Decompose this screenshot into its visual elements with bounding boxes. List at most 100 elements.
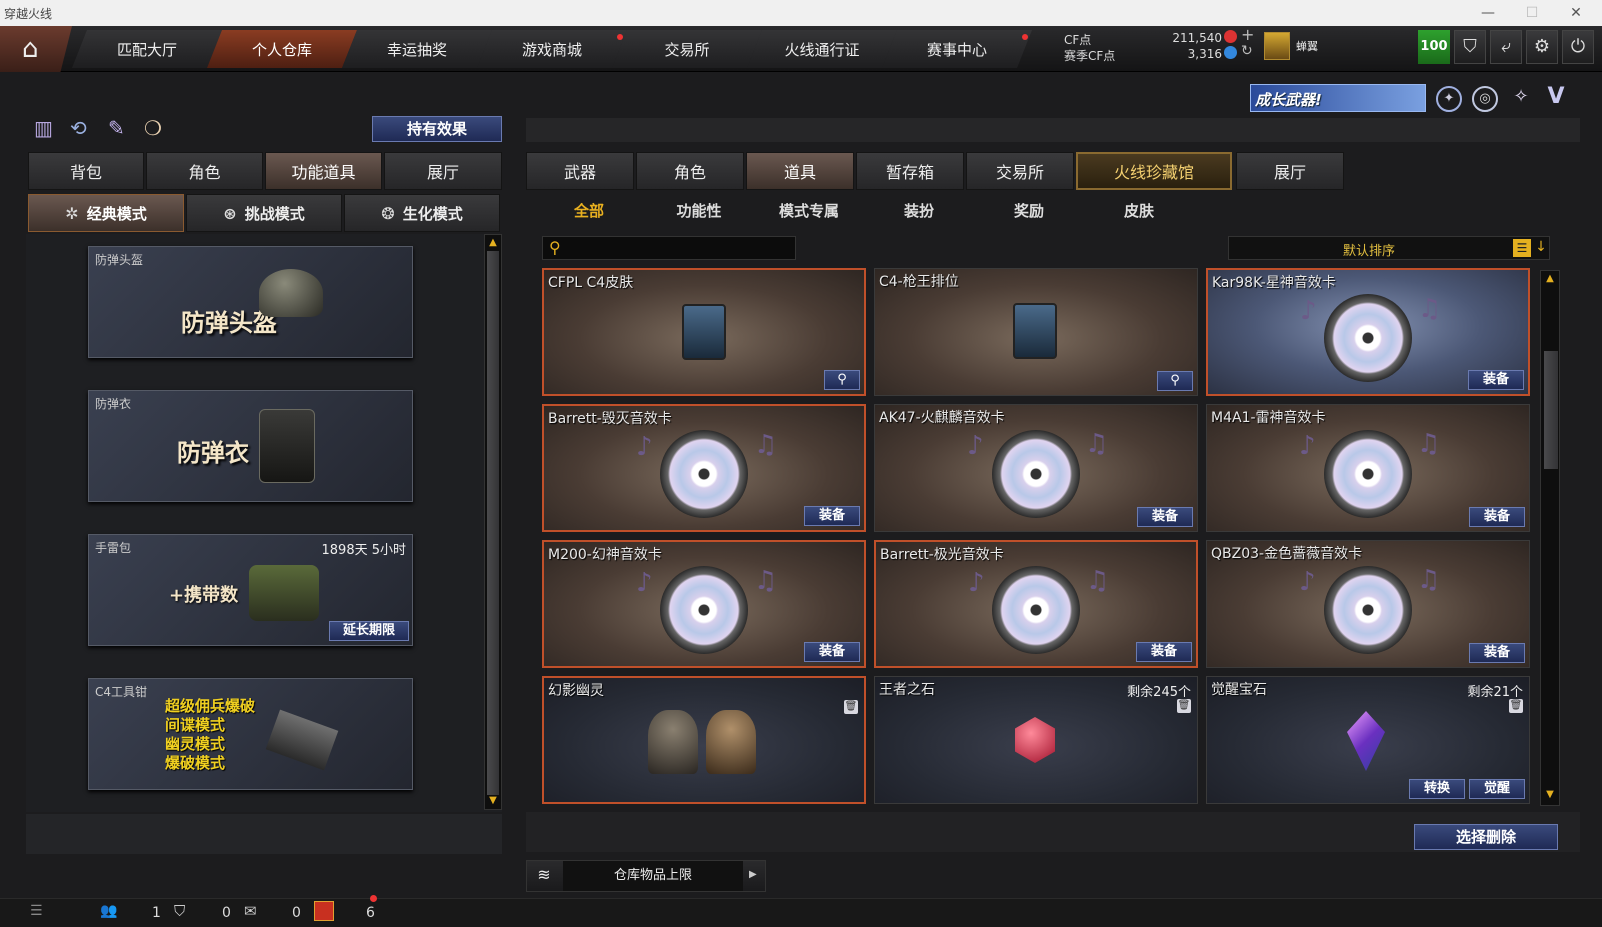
mode-tab[interactable]: ✲ 经典模式: [28, 194, 184, 232]
item-card[interactable]: Barrett-毁灭音效卡 ♪ ♫ 装备: [542, 404, 866, 532]
nav-tab[interactable]: 个人仓库: [207, 30, 357, 68]
left-tab[interactable]: 展厅: [384, 152, 502, 190]
item-card[interactable]: M4A1-雷神音效卡 ♪ ♫ 装备: [1206, 404, 1530, 532]
sort-dropdown[interactable]: 默认排序 ☰ ↓: [1228, 236, 1550, 260]
scroll-down-icon[interactable]: ▼: [1544, 789, 1556, 800]
gift-icon[interactable]: [314, 901, 334, 921]
scroll-down-icon[interactable]: ▼: [487, 795, 499, 806]
level-badge[interactable]: 100: [1418, 30, 1450, 64]
item-card[interactable]: QBZ03-金色蔷薇音效卡 ♪ ♫ 装备: [1206, 540, 1530, 668]
scroll-up-icon[interactable]: ▲: [487, 237, 499, 248]
list-view-icon[interactable]: ☰: [1513, 239, 1531, 257]
main-tab[interactable]: 暂存箱: [856, 152, 964, 190]
equip-button[interactable]: 装备: [1136, 642, 1192, 662]
power-icon[interactable]: ⏻: [1562, 30, 1594, 64]
item-card[interactable]: Kar98K-星神音效卡 ♪ ♫ 装备: [1206, 268, 1530, 396]
sub-tab[interactable]: 皮肤: [1094, 200, 1184, 221]
sub-tab[interactable]: 全部: [544, 200, 634, 221]
spray-icon[interactable]: ✎: [108, 116, 125, 140]
grid-scrollbar[interactable]: ▲ ▼: [1540, 270, 1560, 806]
mode-tab[interactable]: ⊛ 挑战模式: [186, 194, 342, 232]
item-card[interactable]: Barrett-极光音效卡 ♪ ♫ 装备: [874, 540, 1198, 668]
awaken-button[interactable]: 觉醒: [1469, 779, 1525, 799]
magnify-button[interactable]: ⚲: [1157, 371, 1193, 391]
nav-tab[interactable]: 匹配大厅: [72, 30, 222, 68]
gear-icon[interactable]: ⚙: [1526, 30, 1558, 64]
item-card[interactable]: C4-枪王排位 ⚲: [874, 268, 1198, 396]
sub-tab[interactable]: 装扮: [874, 200, 964, 221]
shield-icon[interactable]: ⛉: [1454, 30, 1486, 64]
growth-weapon-banner[interactable]: 成长武器!: [1250, 84, 1426, 112]
item-card[interactable]: M200-幻神音效卡 ♪ ♫ 装备: [542, 540, 866, 668]
stats-icon[interactable]: ▥: [34, 116, 53, 140]
refresh-icon[interactable]: ↻: [1241, 43, 1253, 59]
friends-icon[interactable]: 👥: [100, 903, 117, 919]
equip-button[interactable]: 装备: [1469, 507, 1525, 527]
bag-icon[interactable]: ❍: [144, 116, 162, 140]
nav-tab[interactable]: 赛事中心: [882, 30, 1032, 68]
sub-tab[interactable]: 功能性: [654, 200, 744, 221]
player-name[interactable]: 蝉翼: [1296, 38, 1318, 54]
equip-button[interactable]: 装备: [804, 642, 860, 662]
item-card[interactable]: 幻影幽灵 🗑: [542, 676, 866, 804]
item-card-vest[interactable]: 防弹衣 防弹衣: [88, 390, 413, 502]
globe-icon[interactable]: ◎: [1472, 86, 1498, 112]
minimize-icon[interactable]: —: [1468, 0, 1508, 26]
nav-tab[interactable]: 幸运抽奖: [342, 30, 492, 68]
item-card-helmet[interactable]: 防弹头盔 防弹头盔: [88, 246, 413, 358]
item-card-c4-tool[interactable]: C4工具钳 超级佣兵爆破 间谍模式 幽灵模式 爆破模式: [88, 678, 413, 790]
expand-arrow-icon[interactable]: ▶: [749, 869, 757, 880]
chat-icon[interactable]: ✉: [244, 902, 257, 920]
left-scrollbar[interactable]: ▲ ▼: [484, 234, 502, 810]
equip-button[interactable]: 装备: [804, 506, 860, 526]
extend-button[interactable]: 延长期限: [329, 621, 409, 641]
main-tab[interactable]: 火线珍藏馆: [1076, 152, 1232, 190]
sub-tab[interactable]: 模式专属: [764, 200, 854, 221]
maximize-icon[interactable]: ☐: [1512, 0, 1552, 26]
emblem-icon[interactable]: ✦: [1436, 86, 1462, 112]
recycle-icon[interactable]: ⟲: [70, 116, 87, 140]
v-logo-icon[interactable]: V: [1542, 84, 1570, 112]
main-tab[interactable]: 交易所: [966, 152, 1074, 190]
trash-icon[interactable]: 🗑: [1509, 699, 1523, 713]
convert-button[interactable]: 转换: [1409, 779, 1465, 799]
search-input[interactable]: ⚲: [542, 236, 796, 260]
effect-button[interactable]: 持有效果: [372, 116, 502, 142]
close-icon[interactable]: ✕: [1556, 0, 1596, 26]
trash-icon[interactable]: 🗑: [844, 700, 858, 714]
main-tab[interactable]: 角色: [636, 152, 744, 190]
sub-tab[interactable]: 奖励: [984, 200, 1074, 221]
equip-button[interactable]: 装备: [1137, 507, 1193, 527]
trash-icon[interactable]: 🗑: [1177, 699, 1191, 713]
nav-tab[interactable]: 游戏商城: [477, 30, 627, 68]
sort-direction-icon[interactable]: ↓: [1533, 239, 1549, 257]
menu-icon[interactable]: ☰: [30, 903, 43, 919]
item-card-grenade-pack[interactable]: 手雷包 1898天 5小时 +携带数 延长期限: [88, 534, 413, 646]
mode-tab[interactable]: ❂ 生化模式: [344, 194, 500, 232]
item-card[interactable]: 王者之石 剩余245个 🗑: [874, 676, 1198, 804]
add-cf-icon[interactable]: +: [1241, 25, 1254, 44]
home-button[interactable]: ⌂: [0, 26, 72, 72]
capacity-bar[interactable]: ≋ 仓库物品上限 ▶: [526, 860, 766, 892]
badge-icon[interactable]: ✧: [1508, 86, 1534, 112]
select-delete-button[interactable]: 选择删除: [1414, 824, 1558, 850]
return-icon[interactable]: ⤶: [1490, 30, 1522, 64]
nav-tab[interactable]: 火线通行证: [747, 30, 897, 68]
scroll-up-icon[interactable]: ▲: [1544, 273, 1556, 284]
item-card[interactable]: 觉醒宝石 剩余21个 🗑 转换 觉醒: [1206, 676, 1530, 804]
equip-button[interactable]: 装备: [1468, 370, 1524, 390]
left-tab[interactable]: 功能道具: [265, 152, 382, 190]
clan-shield-icon[interactable]: ⛉: [174, 902, 185, 920]
item-card[interactable]: CFPL C4皮肤 ⚲: [542, 268, 866, 396]
main-tab[interactable]: 武器: [526, 152, 634, 190]
item-card[interactable]: AK47-火麒麟音效卡 ♪ ♫ 装备: [874, 404, 1198, 532]
main-tab[interactable]: 道具: [746, 152, 854, 190]
magnify-button[interactable]: ⚲: [824, 370, 860, 390]
equip-button[interactable]: 装备: [1469, 643, 1525, 663]
scroll-thumb[interactable]: [1544, 351, 1558, 469]
scroll-thumb[interactable]: [487, 251, 499, 795]
left-tab[interactable]: 背包: [28, 152, 144, 190]
left-tab[interactable]: 角色: [146, 152, 263, 190]
main-tab[interactable]: 展厅: [1236, 152, 1344, 190]
nav-tab[interactable]: 交易所: [612, 30, 762, 68]
